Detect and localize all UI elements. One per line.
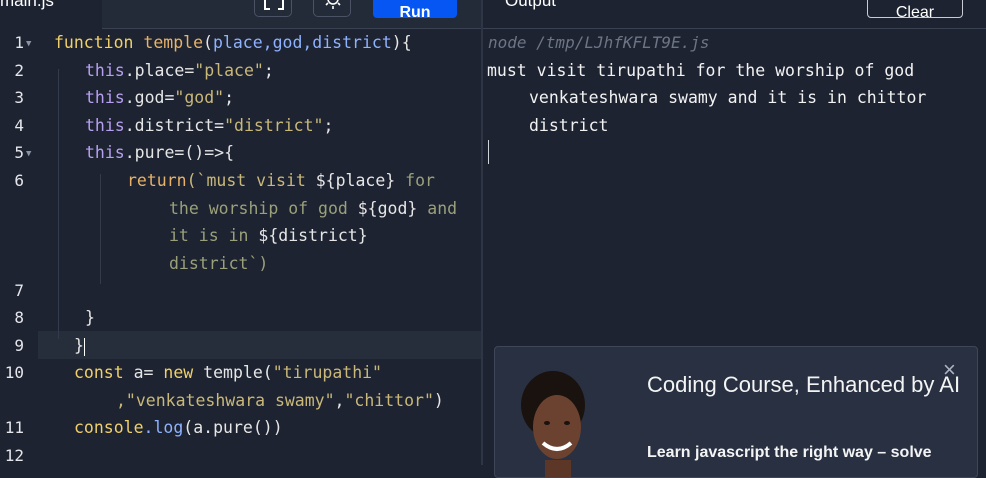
line-number: 6	[14, 171, 24, 190]
line-number: 5	[14, 143, 24, 162]
output-line: must visit tirupathi for the worship of …	[487, 61, 915, 80]
code-line-11: console.log(a.pure())	[74, 418, 283, 437]
line-number: 2	[14, 61, 24, 80]
output-line: district	[529, 116, 609, 135]
code-line-9: }	[74, 336, 85, 356]
code-line-6-wrap: district`)	[169, 254, 269, 273]
ad-text: Learn javascript the right way – solve	[647, 444, 932, 461]
line-number: 7	[14, 281, 24, 300]
line-number: 11	[4, 418, 24, 437]
output-title: Output	[505, 0, 557, 10]
code-line-2: this.place="place";	[85, 61, 274, 80]
theme-toggle-button[interactable]	[313, 0, 351, 17]
code-editor[interactable]: 1 ▼ 2 3 4 5 ▼ 6 7 8 9 10 11 12 function …	[0, 29, 481, 465]
clear-button[interactable]: Clear	[867, 0, 963, 18]
code-line-10-wrap: ,"venkateshwara swamy","chittor")	[116, 391, 444, 410]
code-line-1: function temple(place,god,district){	[54, 33, 412, 52]
top-bar: main.js Run Output Clear	[0, 0, 986, 29]
code-line-6-wrap: the worship of god ${god} and	[169, 199, 458, 218]
run-command: node /tmp/LJhfKFLT9E.js	[488, 33, 710, 52]
code-line-10: const a= new temple("tirupathi"	[74, 363, 382, 382]
fullscreen-icon	[264, 0, 284, 10]
sun-icon	[325, 0, 341, 9]
line-number: 4	[14, 116, 24, 135]
code-line-5: this.pure=()=>{	[85, 143, 235, 162]
code-line-6-wrap: it is in ${district}	[169, 226, 368, 245]
fullscreen-button[interactable]	[254, 0, 292, 17]
indent-guide	[100, 174, 101, 284]
editor-toolbar: Run	[102, 0, 482, 29]
ad-card[interactable]: × Coding Course, Enhanced by AI Learn ja…	[494, 346, 978, 478]
fold-arrow-icon[interactable]: ▼	[26, 149, 31, 159]
output-line: venkateshwara swamy and it is in chittor	[529, 88, 927, 107]
code-line-8: }	[85, 308, 95, 327]
ad-title: Coding Course, Enhanced by AI	[647, 372, 961, 397]
text-cursor	[83, 337, 85, 356]
output-caret	[488, 140, 489, 164]
output-header: Output Clear	[483, 0, 986, 29]
fold-arrow-icon[interactable]: ▼	[26, 39, 31, 49]
line-number: 1	[14, 33, 24, 52]
code-line-4: this.district="district";	[85, 116, 334, 135]
file-tab-label: main.js	[0, 0, 54, 10]
active-line-highlight	[38, 331, 481, 359]
indent-guide	[58, 69, 59, 339]
line-number: 9	[14, 336, 24, 355]
line-number: 8	[14, 308, 24, 327]
line-number: 12	[4, 446, 24, 465]
line-number: 3	[14, 88, 24, 107]
line-number: 10	[4, 363, 24, 382]
code-line-6: return(`must visit ${place} for	[127, 171, 435, 190]
file-tab-main-js[interactable]: main.js	[0, 0, 103, 28]
code-line-3: this.god="god";	[85, 88, 235, 107]
run-button[interactable]: Run	[373, 0, 457, 18]
woman-portrait-image	[521, 371, 585, 477]
line-number-gutter: 1 ▼ 2 3 4 5 ▼ 6 7 8 9 10 11 12	[0, 29, 40, 465]
